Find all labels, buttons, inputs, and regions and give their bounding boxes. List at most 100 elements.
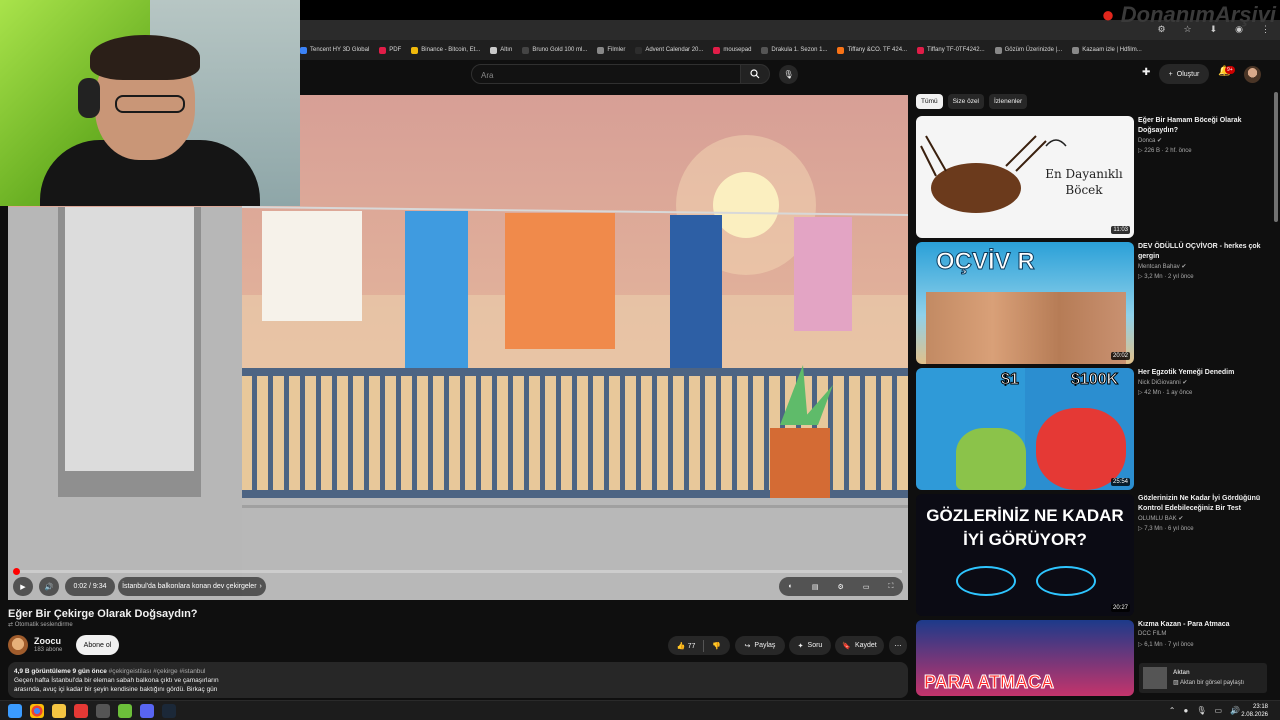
bookmark-item[interactable]: Altın (490, 46, 512, 54)
bookmark-item[interactable]: Kazaam izle | Hdfilm... (1072, 46, 1142, 54)
notification-badge: 9+ (1225, 66, 1235, 74)
chip-all[interactable]: Tümü (916, 94, 943, 109)
menu-icon[interactable]: ⋮ (1261, 24, 1270, 35)
description-box[interactable]: 4,9 B görüntüleme 9 gün önce #çekirgeist… (8, 662, 908, 698)
bookmark-item[interactable]: Tiffany &CO. TF 424... (837, 46, 908, 54)
bookmark-favicon-icon (917, 46, 925, 54)
search-button[interactable] (740, 64, 770, 84)
video-thumbnail[interactable]: GÖZLERİNİZ NE KADAR İYİ GÖRÜYOR? 20:27 (916, 494, 1134, 616)
discord-icon[interactable] (140, 704, 154, 718)
notification-toast[interactable]: Aktan ▨ Aktan bir görsel paylaştı (1139, 663, 1267, 693)
progress-bar[interactable] (16, 570, 902, 573)
railing-bar (540, 376, 545, 490)
thumbnail-text: En Dayanıklı Böcek (1045, 167, 1123, 197)
recommendation-item[interactable]: OÇVİV R 20:02 DEV ÖDÜLLÜ OÇVİVOR - herke… (916, 242, 1266, 364)
recommendation-title[interactable]: Kızma Kazan - Para Atmaca (1138, 620, 1266, 630)
chrome-icon[interactable] (30, 704, 44, 718)
chevron-up-icon[interactable]: ⌃ (1169, 706, 1176, 715)
voice-search-button[interactable]: 🎙 (779, 65, 798, 84)
autoplay-toggle-icon[interactable]: ◐ (789, 583, 793, 590)
recommendation-meta: ▷ 3,2 Mn · 2 yıl önce (1138, 274, 1194, 280)
recommendation-channel[interactable]: Donca ✔ (1138, 137, 1162, 144)
bookmark-item[interactable]: Tiffany TF-0TF4242... (917, 46, 985, 54)
bookmark-item[interactable]: PDF (379, 46, 401, 54)
recommendation-item[interactable]: En Dayanıklı Böcek 11:03 Eğer Bir Hamam … (916, 116, 1266, 238)
recommendation-channel[interactable]: Mentcan Bahav ✔ (1138, 263, 1186, 270)
create-video-icon[interactable]: ✚ (1142, 67, 1150, 78)
recommendation-title[interactable]: Eğer Bir Hamam Böceği Olarak Doğsaydın? (1138, 116, 1266, 136)
recommendation-title[interactable]: Her Egzotik Yemeği Denedim (1138, 368, 1266, 378)
download-icon[interactable]: ⬇ (1210, 24, 1218, 35)
profile-icon[interactable]: ◉ (1235, 24, 1243, 35)
dislike-icon[interactable]: 👎 (712, 642, 721, 650)
bookmark-item[interactable]: Gözüm Üzerinizde |... (994, 46, 1062, 54)
app-icon[interactable] (74, 704, 88, 718)
recommendation-item[interactable]: GÖZLERİNİZ NE KADAR İYİ GÖRÜYOR? 20:27 G… (916, 494, 1266, 616)
start-icon[interactable] (8, 704, 22, 718)
share-label: Paylaş (754, 642, 776, 649)
recommendation-meta: ▷ 226 B · 2 hf. önce (1138, 148, 1192, 154)
system-clock[interactable]: 23:18 2.08.2026 (1241, 703, 1268, 719)
bookmark-item[interactable]: Filmler (597, 46, 625, 54)
bookmark-item[interactable]: Tencent HY 3D Global (300, 46, 369, 54)
recommendation-channel[interactable]: DCC FILM (1138, 631, 1166, 637)
recommendation-title[interactable]: Gözlerinizin Ne Kadar İyi Gördüğünü Kont… (1138, 494, 1266, 514)
railing-bar (444, 376, 449, 490)
network-icon[interactable]: ▭ (1214, 706, 1222, 715)
recommendation-channel[interactable]: Nick DiGiovanni ✔ (1138, 379, 1187, 386)
recommendation-title[interactable]: DEV ÖDÜLLÜ OÇVİVOR - herkes çok gergin (1138, 242, 1266, 262)
chip-watched[interactable]: İzlenenler (989, 94, 1028, 109)
page-scrollbar[interactable] (1274, 92, 1278, 222)
bookmark-item[interactable]: mousepad (713, 46, 751, 54)
progress-scrubber[interactable] (13, 568, 20, 575)
video-thumbnail[interactable]: PARA ATMACA (916, 620, 1134, 696)
create-button[interactable]: + Oluştur (1159, 64, 1209, 84)
bookmark-item[interactable]: Binance - Bitcoin, Et... (411, 46, 481, 54)
fullscreen-icon[interactable]: ⛶ (889, 583, 894, 591)
channel-name[interactable]: Zoocu (34, 636, 61, 646)
hashtags[interactable]: #çekirgeistilası #çekirge #istanbul (109, 668, 206, 675)
subtitles-icon[interactable]: ▤ (812, 583, 819, 591)
thumbnail-text: PARA ATMACA (924, 672, 1055, 693)
search-input[interactable]: Ara (471, 64, 741, 84)
railing-bar (380, 376, 385, 490)
volume-button[interactable]: 🔊 (39, 577, 59, 596)
save-button[interactable]: 🔖 Kaydet (835, 636, 884, 655)
bookmark-item[interactable]: Advent Calendar 20... (635, 46, 703, 54)
bookmark-label: Binance - Bitcoin, Et... (421, 47, 481, 53)
video-thumbnail[interactable]: En Dayanıklı Böcek 11:03 (916, 116, 1134, 238)
channel-avatar[interactable] (8, 635, 28, 655)
like-button[interactable]: 👍 77 (677, 642, 695, 650)
search-icon (750, 69, 760, 79)
chapter-button[interactable]: İstanbul'da balkonlara konan dev çekirge… (118, 577, 266, 596)
chip-for-you[interactable]: Size özel (947, 94, 984, 109)
star-icon[interactable]: ☆ (1184, 24, 1192, 35)
bookmark-item[interactable]: Drakula 1. Sezon 1... (761, 46, 827, 54)
bookmark-label: Tiffany &CO. TF 424... (847, 47, 908, 53)
more-actions-button[interactable]: ⋯ (889, 636, 907, 655)
share-button[interactable]: ↪ Paylaş (735, 636, 785, 655)
speaker-icon[interactable]: 🔊 (1230, 706, 1240, 715)
railing-bar (428, 376, 433, 490)
mic-icon[interactable]: 🎙 (1196, 706, 1206, 715)
app-icon[interactable] (118, 704, 132, 718)
recommendation-channel[interactable]: OLUMLU BAK ✔ (1138, 515, 1183, 522)
recommendation-item[interactable]: $1 $100K 25:54 Her Egzotik Yemeği Denedi… (916, 368, 1266, 490)
tray-app-icon[interactable]: ● (1183, 706, 1188, 715)
video-duration: 11:03 (1111, 226, 1130, 234)
ask-button[interactable]: ✦ Soru (789, 636, 831, 655)
account-avatar[interactable] (1244, 66, 1261, 83)
app-icon[interactable] (96, 704, 110, 718)
subscribe-button[interactable]: Abone ol (76, 635, 119, 655)
extension-icon[interactable]: ⚙ (1157, 24, 1165, 35)
verified-icon: ✔ (1157, 138, 1163, 144)
theater-mode-icon[interactable]: ▭ (863, 583, 870, 591)
settings-icon[interactable]: ⚙ (838, 583, 844, 591)
video-thumbnail[interactable]: OÇVİV R 20:02 (916, 242, 1134, 364)
steam-icon[interactable] (162, 704, 176, 718)
divider (703, 639, 705, 652)
bookmark-item[interactable]: Bruno Gold 100 ml... (522, 46, 587, 54)
play-button[interactable]: ▶ (13, 577, 33, 596)
video-thumbnail[interactable]: $1 $100K 25:54 (916, 368, 1134, 490)
folder-icon[interactable] (52, 704, 66, 718)
